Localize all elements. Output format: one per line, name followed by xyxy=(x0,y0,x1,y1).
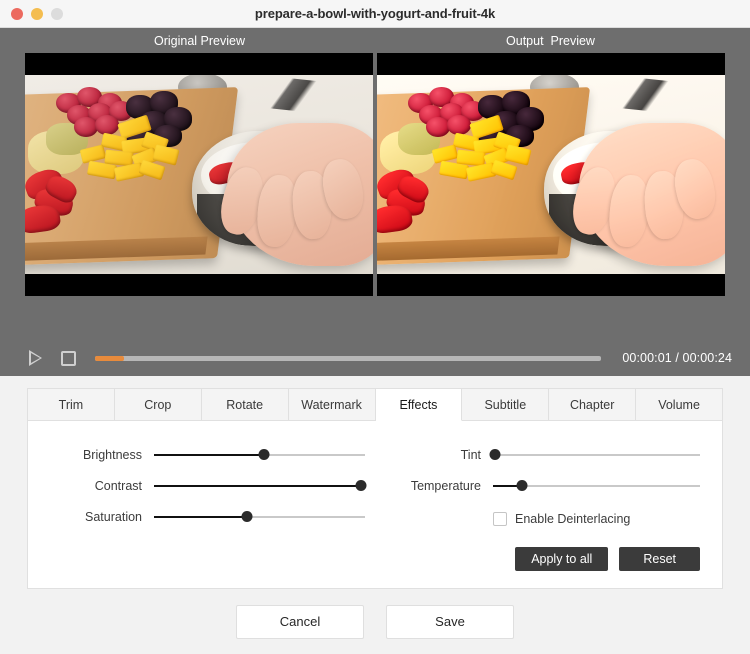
original-video-frame xyxy=(25,75,373,274)
effects-controls: Brightness Contrast Saturation Tint Temp… xyxy=(50,439,700,534)
original-preview-label: Original Preview xyxy=(153,33,245,48)
brightness-slider[interactable] xyxy=(154,447,365,463)
window-title: prepare-a-bowl-with-yogurt-and-fruit-4k xyxy=(254,6,496,21)
saturation-slider[interactable] xyxy=(154,509,365,525)
tab-effects[interactable]: Effects xyxy=(375,388,463,421)
tint-slider[interactable] xyxy=(489,447,700,463)
tab-rotate[interactable]: Rotate xyxy=(201,388,289,421)
temperature-label: Temperature xyxy=(410,478,481,493)
effects-editor-window: prepare-a-bowl-with-yogurt-and-fruit-4k … xyxy=(0,0,750,654)
saturation-label: Saturation xyxy=(85,509,142,524)
apply-to-all-button[interactable]: Apply to all xyxy=(515,547,609,571)
output-video-frame xyxy=(377,75,725,274)
effects-right-column: Tint Temperature Enable Deinterlacing xyxy=(379,439,700,534)
editor-tabs: Trim Crop Rotate Watermark Effects Subti… xyxy=(27,388,723,421)
tint-control: Tint xyxy=(385,439,700,470)
tab-subtitle[interactable]: Subtitle xyxy=(462,388,550,421)
contrast-control: Contrast xyxy=(50,470,367,501)
effects-left-column: Brightness Contrast Saturation xyxy=(50,439,379,534)
tint-label: Tint xyxy=(460,447,481,462)
temperature-control: Temperature xyxy=(385,470,700,501)
playback-controls: 00:00:01 / 00:00:24 xyxy=(0,340,750,376)
deinterlacing-control: Enable Deinterlacing xyxy=(385,503,700,534)
playback-progress-fill xyxy=(95,355,124,361)
timecode-display: 00:00:01 / 00:00:24 xyxy=(622,351,732,365)
video-scene-output xyxy=(377,75,725,274)
tab-chapter[interactable]: Chapter xyxy=(549,388,637,421)
video-scene-original xyxy=(25,75,373,274)
enable-deinterlacing-label: Enable Deinterlacing xyxy=(515,511,631,526)
tab-trim[interactable]: Trim xyxy=(27,388,115,421)
tab-volume[interactable]: Volume xyxy=(636,388,723,421)
editor-panel: Trim Crop Rotate Watermark Effects Subti… xyxy=(0,376,750,589)
play-icon[interactable] xyxy=(25,348,45,368)
brightness-label: Brightness xyxy=(82,447,142,462)
output-preview-video[interactable] xyxy=(377,53,725,296)
playback-progress-bar[interactable] xyxy=(95,355,602,361)
preview-area: Original Preview Output Preview xyxy=(0,28,750,340)
tab-crop[interactable]: Crop xyxy=(114,388,202,421)
output-preview-label: Output Preview xyxy=(506,33,595,48)
original-preview-video[interactable] xyxy=(25,53,373,296)
preview-labels: Original Preview Output Preview xyxy=(25,28,725,53)
preview-panes xyxy=(25,53,725,296)
reset-button[interactable]: Reset xyxy=(619,547,700,571)
stop-icon[interactable] xyxy=(58,348,78,368)
title-bar: prepare-a-bowl-with-yogurt-and-fruit-4k xyxy=(0,0,750,28)
effects-tab-panel: Brightness Contrast Saturation Tint Temp… xyxy=(27,421,723,589)
enable-deinterlacing-checkbox[interactable] xyxy=(493,511,507,526)
dialog-footer: Cancel Save xyxy=(0,589,750,654)
contrast-label: Contrast xyxy=(94,478,142,493)
save-button[interactable]: Save xyxy=(386,604,514,639)
cancel-button[interactable]: Cancel xyxy=(236,604,364,639)
saturation-control: Saturation xyxy=(50,501,365,532)
contrast-slider[interactable] xyxy=(154,478,367,494)
temperature-slider[interactable] xyxy=(493,478,700,494)
effects-action-buttons: Apply to all Reset xyxy=(515,547,700,571)
brightness-control: Brightness xyxy=(50,439,365,470)
tab-watermark[interactable]: Watermark xyxy=(288,388,376,421)
